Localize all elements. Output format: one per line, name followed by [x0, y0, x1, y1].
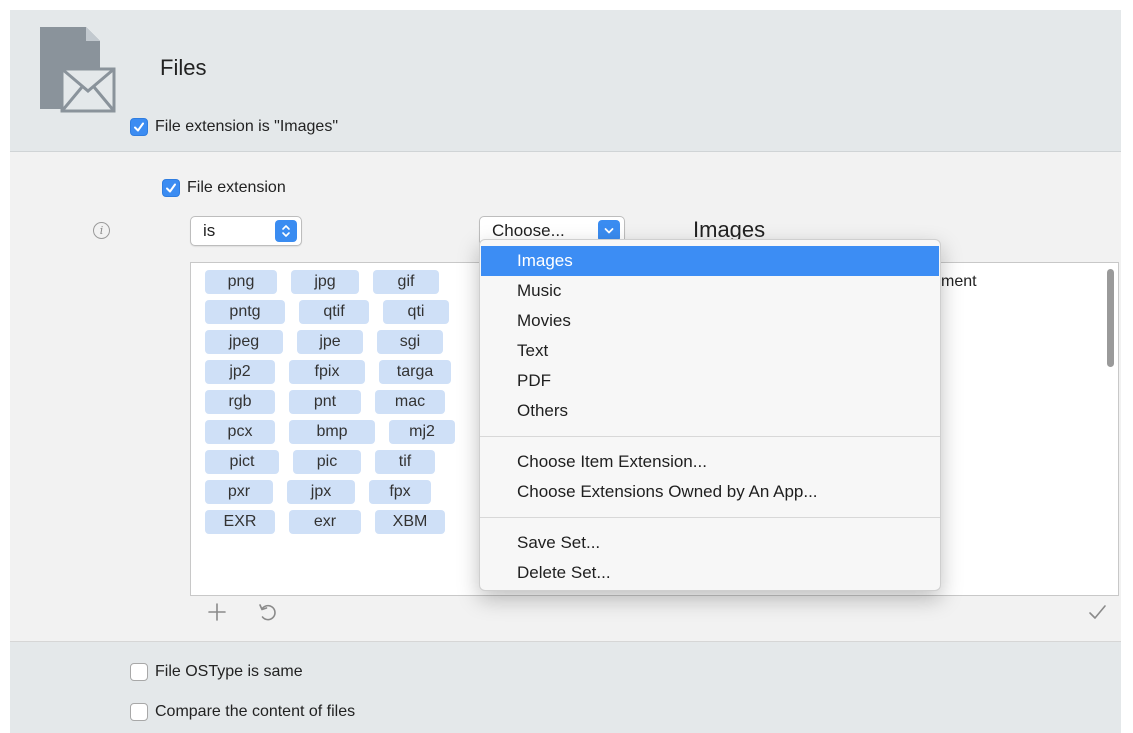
checkbox-unchecked[interactable] [130, 703, 148, 721]
chip-row: pict pic tif [205, 447, 495, 477]
chip-row: pxr jpx fpx [205, 477, 495, 507]
chip-row: jpeg jpe sgi [205, 327, 495, 357]
file-envelope-icon [40, 27, 116, 113]
extension-chip[interactable]: targa [379, 360, 451, 384]
info-icon[interactable]: i [93, 222, 110, 239]
menu-item-movies[interactable]: Movies [481, 306, 939, 336]
file-extension-rule-checkbox[interactable]: File extension is "Images" [130, 118, 338, 136]
checkbox-checked[interactable] [162, 179, 180, 197]
extension-chip[interactable]: jp2 [205, 360, 275, 384]
menu-item-save-set[interactable]: Save Set... [481, 528, 939, 558]
extension-chip[interactable]: EXR [205, 510, 275, 534]
chip-row: pcx bmp mj2 [205, 417, 495, 447]
vertical-scrollbar[interactable] [1107, 269, 1114, 367]
extension-chip[interactable]: pntg [205, 300, 285, 324]
extension-chip[interactable]: XBM [375, 510, 445, 534]
extension-chip[interactable]: tif [375, 450, 435, 474]
extension-chip[interactable]: rgb [205, 390, 275, 414]
extension-chip[interactable]: qtif [299, 300, 369, 324]
chip-row: png jpg gif [205, 267, 495, 297]
menu-item-music[interactable]: Music [481, 276, 939, 306]
extension-chip[interactable]: fpx [369, 480, 431, 504]
chip-row: EXR exr XBM [205, 507, 495, 537]
file-extension-checkbox[interactable]: File extension [162, 179, 286, 197]
compare-content-checkbox[interactable]: Compare the content of files [130, 703, 355, 721]
menu-item-images[interactable]: Images [481, 246, 939, 276]
extension-chip[interactable]: pict [205, 450, 279, 474]
extension-chip[interactable]: mac [375, 390, 445, 414]
extension-chip[interactable]: gif [373, 270, 439, 294]
operator-popup[interactable]: is [190, 216, 302, 246]
list-right-column-text: ment [941, 273, 977, 290]
extension-chip[interactable]: fpix [289, 360, 365, 384]
file-extension-rule-label: File extension is "Images" [155, 118, 338, 135]
extension-chip[interactable]: exr [289, 510, 361, 534]
menu-item-others[interactable]: Others [481, 396, 939, 426]
file-extension-label: File extension [187, 179, 286, 196]
extension-chip[interactable]: bmp [289, 420, 375, 444]
extension-chip[interactable]: pic [293, 450, 361, 474]
checkbox-checked[interactable] [130, 118, 148, 136]
extension-chip[interactable]: jpx [287, 480, 355, 504]
checkbox-unchecked[interactable] [130, 663, 148, 681]
choose-set-label: Choose... [492, 221, 565, 240]
add-button[interactable] [204, 599, 230, 625]
operator-value: is [203, 221, 216, 240]
ostype-label: File OSType is same [155, 663, 303, 680]
menu-item-delete-set[interactable]: Delete Set... [481, 558, 939, 588]
header-section: Files File extension is "Images" [10, 10, 1121, 152]
extension-chip[interactable]: pnt [289, 390, 361, 414]
extension-chip[interactable]: pxr [205, 480, 273, 504]
checkmark-icon [134, 122, 144, 132]
extension-chip[interactable]: mj2 [389, 420, 455, 444]
confirm-button[interactable] [1084, 599, 1110, 625]
page-title: Files [160, 55, 207, 80]
chip-row: pntg qtif qti [205, 297, 495, 327]
extension-chips: png jpg gif pntg qtif qti jpeg jpe sgi j… [205, 267, 495, 537]
extension-chip[interactable]: jpg [291, 270, 359, 294]
menu-item-choose-extensions-by-app[interactable]: Choose Extensions Owned by An App... [481, 477, 939, 507]
confirm-check-icon [1089, 605, 1106, 619]
revert-button[interactable] [254, 599, 280, 625]
extension-chip[interactable]: sgi [377, 330, 443, 354]
plus-icon [208, 603, 226, 621]
extension-chip[interactable]: qti [383, 300, 449, 324]
chip-row: rgb pnt mac [205, 387, 495, 417]
menu-item-pdf[interactable]: PDF [481, 366, 939, 396]
menu-separator [480, 436, 940, 437]
extension-chip[interactable]: jpe [297, 330, 363, 354]
footer-section: File OSType is same Compare the content … [10, 642, 1121, 733]
choose-set-menu: Images Music Movies Text PDF Others Choo… [479, 239, 941, 591]
chip-row: jp2 fpix targa [205, 357, 495, 387]
checkmark-icon [166, 183, 176, 193]
extension-chip[interactable]: png [205, 270, 277, 294]
extension-chip[interactable]: jpeg [205, 330, 283, 354]
menu-item-text[interactable]: Text [481, 336, 939, 366]
extension-chip[interactable]: pcx [205, 420, 275, 444]
stepper-icon [275, 220, 297, 242]
revert-icon [259, 604, 276, 621]
ostype-checkbox[interactable]: File OSType is same [130, 663, 303, 681]
menu-item-choose-item-extension[interactable]: Choose Item Extension... [481, 447, 939, 477]
menu-separator [480, 517, 940, 518]
compare-content-label: Compare the content of files [155, 703, 356, 720]
